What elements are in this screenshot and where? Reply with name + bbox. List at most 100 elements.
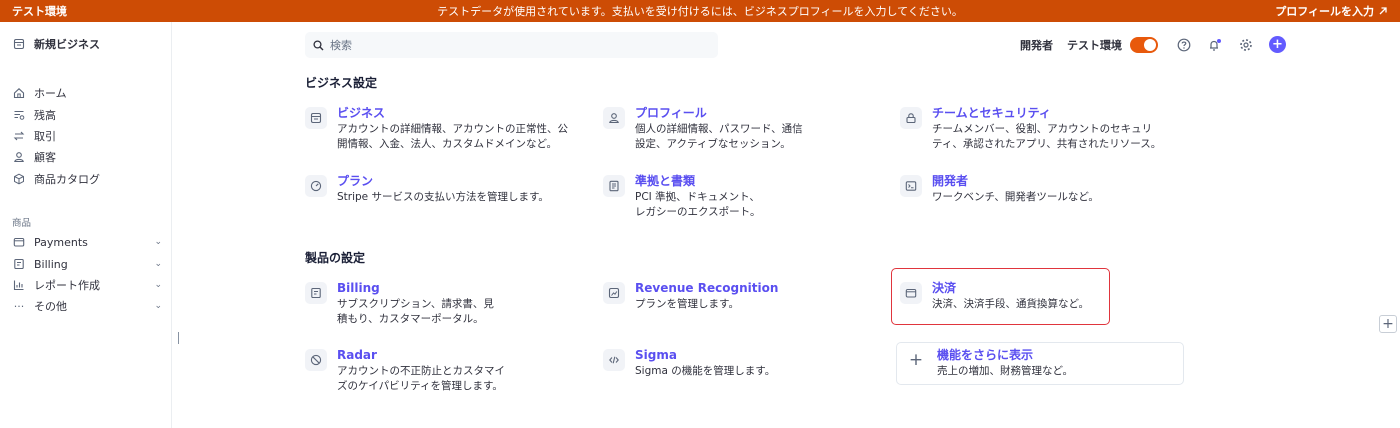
sidebar-item-label: Payments bbox=[34, 235, 88, 249]
card-title: プラン bbox=[337, 174, 374, 188]
card-desc: レガシーのエクスポート。 bbox=[635, 206, 761, 218]
product-card-sigma[interactable]: Sigma Sigma の機能を管理します。 bbox=[603, 348, 863, 379]
account-name: 新規ビジネス bbox=[34, 38, 100, 51]
card-desc: 個人の詳細情報、パスワード、通信 bbox=[635, 123, 803, 135]
card-title: Sigma bbox=[635, 348, 677, 362]
customer-icon bbox=[12, 150, 26, 164]
card-desc: ワークベンチ、開発者ツールなど。 bbox=[932, 191, 1099, 203]
fill-profile-link[interactable]: プロフィールを入力 bbox=[1275, 3, 1388, 19]
product-card-revenue-recognition[interactable]: Revenue Recognition プランを管理します。 bbox=[603, 281, 863, 312]
card-desc: チームメンバー、役割、アカウントのセキュリ bbox=[932, 123, 1153, 135]
banner-env-label: テスト環境 bbox=[12, 5, 67, 18]
banner-message: テストデータが使用されています。支払いを受け付けるには、ビジネスプロフィールを入… bbox=[437, 5, 963, 18]
sidebar-item-label: 商品カタログ bbox=[34, 173, 100, 186]
sidebar-item-label: ホーム bbox=[34, 87, 67, 100]
notification-bell-icon[interactable] bbox=[1207, 37, 1223, 53]
card-desc: プランを管理します。 bbox=[635, 298, 739, 310]
sidebar-item-label: Billing bbox=[34, 257, 68, 271]
developers-link[interactable]: 開発者 bbox=[1020, 37, 1053, 53]
header-actions: 開発者 テスト環境 + bbox=[1020, 36, 1286, 53]
chevron-down-icon: ⌄ bbox=[154, 280, 162, 290]
billing-icon bbox=[305, 282, 327, 304]
search-input[interactable] bbox=[330, 38, 700, 52]
highlight-box bbox=[891, 268, 1110, 325]
search-icon bbox=[313, 39, 324, 50]
test-mode-toggle[interactable] bbox=[1130, 36, 1158, 53]
product-settings-title: 製品の設定 bbox=[305, 251, 366, 265]
fill-profile-label: プロフィールを入力 bbox=[1275, 5, 1374, 18]
card-title: 準拠と書類 bbox=[635, 174, 696, 188]
billing-icon bbox=[12, 257, 26, 271]
card-desc: PCI 準拠、ドキュメント、 bbox=[635, 191, 760, 203]
store-icon bbox=[305, 107, 327, 129]
card-desc: ズのケイパビリティを管理します。 bbox=[337, 380, 503, 392]
card-desc: ティ、承認されたアプリ、共有されたリソース。 bbox=[932, 138, 1162, 150]
shield-icon bbox=[305, 349, 327, 371]
card-desc: アカウントの不正防止とカスタマイ bbox=[337, 365, 505, 377]
sidebar-item-transactions[interactable]: 取引 bbox=[12, 126, 162, 146]
expand-panel-button[interactable]: + bbox=[1379, 315, 1397, 333]
card-title: 機能をさらに表示 bbox=[937, 348, 1034, 362]
arrow-up-right-icon bbox=[1379, 7, 1387, 15]
sidebar-item-label: 残高 bbox=[34, 109, 56, 122]
sidebar-item-payments[interactable]: Payments ⌄ bbox=[12, 232, 162, 252]
more-icon: ··· bbox=[13, 299, 25, 313]
card-desc: Sigma の機能を管理します。 bbox=[635, 365, 776, 377]
chevron-down-icon: ⌄ bbox=[154, 301, 162, 311]
card-desc: 売上の増加、財務管理など。 bbox=[937, 365, 1073, 377]
sidebar-item-more[interactable]: ··· その他 ⌄ bbox=[12, 296, 162, 316]
sidebar-item-label: レポート作成 bbox=[34, 279, 100, 292]
products-section-heading: 商品 bbox=[12, 218, 32, 229]
settings-card-business[interactable]: ビジネスアカウントの詳細情報、アカウントの正常性、公 開情報、入金、法人、カスタム… bbox=[305, 106, 585, 152]
card-desc: 積もり、カスタマーポータル。 bbox=[337, 313, 484, 325]
card-title: Radar bbox=[337, 348, 377, 362]
help-icon[interactable] bbox=[1176, 37, 1192, 53]
card-desc: 設定、アクティブなセッション。 bbox=[635, 138, 791, 150]
text-cursor bbox=[178, 332, 179, 344]
gauge-icon bbox=[305, 175, 327, 197]
card-title: 開発者 bbox=[932, 174, 969, 188]
card-title: ビジネス bbox=[337, 106, 386, 120]
card-title: Billing bbox=[337, 281, 380, 295]
card-desc: アカウントの詳細情報、アカウントの正常性、公 bbox=[337, 123, 568, 135]
transactions-icon bbox=[12, 129, 26, 143]
terminal-icon bbox=[900, 175, 922, 197]
chevron-down-icon: ⌄ bbox=[154, 237, 162, 247]
user-icon bbox=[603, 107, 625, 129]
settings-card-developers[interactable]: 開発者ワークベンチ、開発者ツールなど。 bbox=[900, 174, 1180, 205]
gear-icon[interactable] bbox=[1238, 37, 1254, 53]
sidebar-item-label: 顧客 bbox=[34, 151, 56, 164]
sidebar-item-balance[interactable]: 残高 bbox=[12, 105, 162, 125]
sidebar-item-product-catalog[interactable]: 商品カタログ bbox=[12, 169, 162, 189]
sidebar-item-label: 取引 bbox=[34, 130, 56, 143]
plus-icon: + bbox=[908, 350, 924, 370]
create-new-button[interactable]: + bbox=[1269, 36, 1286, 53]
search-bar[interactable] bbox=[305, 32, 718, 58]
product-card-radar[interactable]: Radar アカウントの不正防止とカスタマイ ズのケイパビリティを管理します。 bbox=[305, 348, 585, 394]
card-title: プロフィール bbox=[635, 106, 707, 120]
sidebar: 新規ビジネス ホーム 残高 取引 顧客 商品カタログ 商品 Payments ⌄… bbox=[0, 22, 172, 428]
product-card-billing[interactable]: Billing サブスクリプション、請求書、見 積もり、カスタマーポータル。 bbox=[305, 281, 585, 327]
document-icon bbox=[603, 175, 625, 197]
sidebar-item-reports[interactable]: レポート作成 ⌄ bbox=[12, 275, 162, 295]
lock-icon bbox=[900, 107, 922, 129]
settings-card-profile[interactable]: プロフィール個人の詳細情報、パスワード、通信 設定、アクティブなセッション。 bbox=[603, 106, 863, 152]
wallet-icon bbox=[12, 235, 26, 249]
account-switcher[interactable]: 新規ビジネス bbox=[12, 36, 100, 52]
card-title: チームとセキュリティ bbox=[932, 106, 1051, 120]
settings-card-compliance[interactable]: 準拠と書類 PCI 準拠、ドキュメント、 レガシーのエクスポート。 bbox=[603, 174, 863, 220]
revenue-icon bbox=[603, 282, 625, 304]
sidebar-item-billing[interactable]: Billing ⌄ bbox=[12, 254, 162, 274]
card-desc: 開情報、入金、法人、カスタムドメインなど。 bbox=[337, 138, 557, 150]
balance-icon bbox=[12, 108, 26, 122]
chevron-down-icon: ⌄ bbox=[154, 259, 162, 269]
sidebar-item-home[interactable]: ホーム bbox=[12, 83, 162, 103]
settings-card-plan[interactable]: プラン Stripe サービスの支払い方法を管理します。 bbox=[305, 174, 585, 205]
more-features-card[interactable]: + 機能をさらに表示売上の増加、財務管理など。 bbox=[905, 348, 1175, 379]
code-icon bbox=[603, 349, 625, 371]
sidebar-item-customers[interactable]: 顧客 bbox=[12, 147, 162, 167]
settings-card-team-security[interactable]: チームとセキュリティチームメンバー、役割、アカウントのセキュリ ティ、承認されたア… bbox=[900, 106, 1180, 152]
box-icon bbox=[12, 172, 26, 186]
card-desc: Stripe サービスの支払い方法を管理します。 bbox=[337, 191, 549, 203]
chart-icon bbox=[12, 278, 26, 292]
